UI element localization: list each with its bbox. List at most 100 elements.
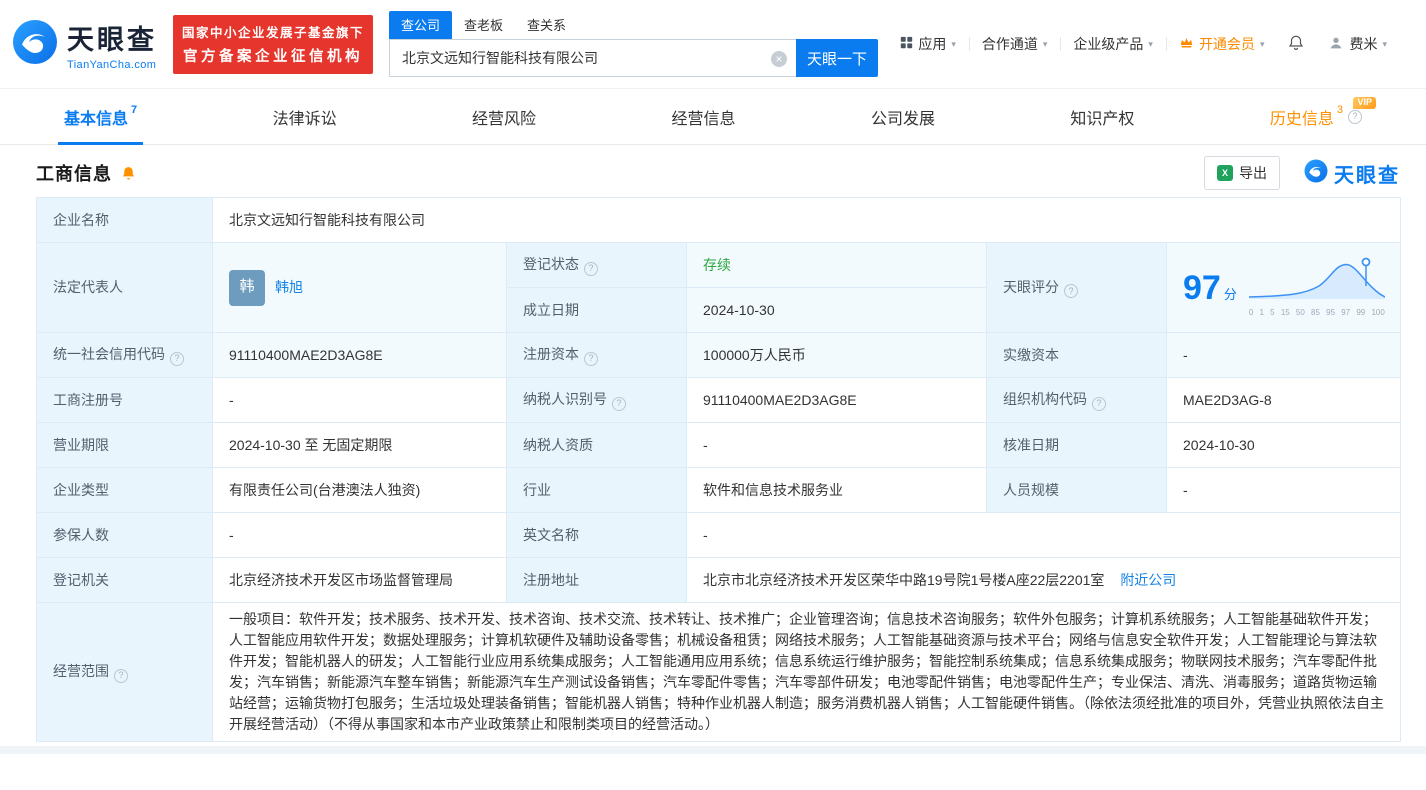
help-icon[interactable] <box>1092 396 1106 411</box>
score-label: 天眼评分 <box>986 242 1167 333</box>
nav-apps-label: 应用 <box>918 36 947 52</box>
tab-operation[interactable]: 经营信息 <box>671 89 735 144</box>
tianyancha-logo[interactable]: 天眼查 TianYanCha.com <box>12 18 157 71</box>
tab-legal[interactable]: 法律诉讼 <box>273 89 337 144</box>
business-info-table: 企业名称 北京文远知行智能科技有限公司 法定代表人 韩 韩旭 登记状态 存续 天… <box>36 197 1402 742</box>
taxpayer-quality-value: - <box>686 422 987 468</box>
logo-text: 天眼查 TianYanCha.com <box>67 18 157 71</box>
nav-partner[interactable]: 合作通道 ▾ <box>969 34 1061 54</box>
gov-badge-line1: 国家中小企业发展子基金旗下 <box>182 25 365 40</box>
notification-bell-button[interactable] <box>1277 34 1315 55</box>
legal-rep-avatar[interactable]: 韩 <box>229 269 265 306</box>
tab-operation-label: 经营信息 <box>671 110 736 128</box>
help-icon[interactable] <box>584 261 598 276</box>
reg-address-value: 北京市北京经济技术开发区荣华中路19号院1号楼A座22层2201室 附近公司 <box>685 557 1402 603</box>
bell-icon <box>1287 34 1305 55</box>
nav-partner-label: 合作通道 <box>981 36 1038 52</box>
reg-number-value: - <box>212 377 507 423</box>
tab-risk[interactable]: 经营风险 <box>472 89 536 144</box>
clear-icon[interactable] <box>771 51 788 67</box>
business-term-value: 2024-10-30 至 无固定期限 <box>212 422 507 468</box>
staff-size-label: 人员规模 <box>986 467 1167 513</box>
score-axis-ticks: 0 1 5 15 50 85 95 97 99 100 <box>1248 308 1385 317</box>
org-code-label: 组织机构代码 <box>986 377 1167 423</box>
search-tab-company[interactable]: 查公司 <box>389 11 453 39</box>
tab-development[interactable]: 公司发展 <box>871 89 935 144</box>
credit-code-label: 统一社会信用代码 <box>36 332 213 378</box>
brand-name: 天眼查 <box>1334 164 1400 187</box>
chevron-down-icon: ▾ <box>1148 38 1153 49</box>
nav-enterprise-label: 企业级产品 <box>1073 36 1144 52</box>
approval-date-label: 核准日期 <box>986 422 1167 468</box>
company-name-label: 企业名称 <box>36 197 213 243</box>
vip-badge: VIP <box>1353 97 1376 109</box>
tab-history[interactable]: VIP 历史信息 3 <box>1269 89 1376 144</box>
help-icon[interactable] <box>1347 109 1362 124</box>
insured-count-label: 参保人数 <box>36 512 213 558</box>
top-nav: 应用 ▾ 合作通道 ▾ 企业级产品 ▾ 开通会员 ▾ 费米 ▾ <box>887 34 1400 55</box>
nav-apps[interactable]: 应用 ▾ <box>887 34 969 54</box>
est-date-label: 成立日期 <box>506 287 687 333</box>
tab-basic-count: 7 <box>131 103 138 116</box>
tianyancha-logo-icon <box>12 19 58 70</box>
page-bottom-strip <box>0 746 1426 754</box>
help-icon[interactable] <box>114 668 128 683</box>
help-icon[interactable] <box>170 351 184 366</box>
nearby-companies-link[interactable]: 附近公司 <box>1120 572 1176 588</box>
search-tabs: 查公司 查老板 查关系 <box>389 11 878 39</box>
nav-user-account[interactable]: 费米 ▾ <box>1315 34 1400 54</box>
logo-name: 天眼查 <box>67 24 157 55</box>
chevron-down-icon: ▾ <box>1382 38 1387 49</box>
paid-capital-label: 实缴资本 <box>986 332 1167 378</box>
monitor-bell-button[interactable] <box>120 165 137 182</box>
help-icon[interactable] <box>1064 284 1078 299</box>
business-scope-value: 一般项目：软件开发；技术服务、技术开发、技术咨询、技术交流、技术转让、技术推广；… <box>211 602 1402 742</box>
search-area: 查公司 查老板 查关系 天眼一下 <box>389 11 879 77</box>
paid-capital-value: - <box>1165 332 1402 378</box>
reg-status-label: 登记状态 <box>506 242 687 288</box>
chevron-down-icon: ▾ <box>1042 38 1048 49</box>
taxpayer-id-value: 91110400MAE2D3AG8E <box>686 377 987 423</box>
help-icon[interactable] <box>584 351 598 366</box>
industry-value: 软件和信息技术服务业 <box>686 467 987 513</box>
tab-basic-info[interactable]: 基本信息 7 <box>57 89 144 145</box>
legal-rep-link[interactable]: 韩旭 <box>275 277 303 298</box>
nav-member-label: 开通会员 <box>1198 36 1255 52</box>
nav-user-label: 费米 <box>1349 36 1378 52</box>
tab-history-label: 历史信息 <box>1269 110 1334 128</box>
search-tab-boss[interactable]: 查老板 <box>452 11 515 39</box>
section-header: 工商信息 导出 天眼查 <box>0 145 1426 195</box>
user-icon <box>1328 35 1344 54</box>
business-scope-label: 经营范围 <box>36 602 213 742</box>
taxpayer-quality-label: 纳税人资质 <box>506 422 687 468</box>
tab-ip[interactable]: 知识产权 <box>1070 89 1134 144</box>
tab-basic-label: 基本信息 <box>64 110 129 128</box>
excel-icon <box>1217 165 1233 181</box>
chevron-down-icon: ▾ <box>951 38 956 49</box>
nav-open-member[interactable]: 开通会员 ▾ <box>1166 34 1278 54</box>
export-label: 导出 <box>1239 165 1267 181</box>
reg-authority-label: 登记机关 <box>36 557 213 603</box>
top-bar: 天眼查 TianYanCha.com 国家中小企业发展子基金旗下 官方备案企业征… <box>0 0 1426 88</box>
search-input[interactable] <box>390 40 797 76</box>
search-tab-relation[interactable]: 查关系 <box>515 11 578 39</box>
tab-ip-label: 知识产权 <box>1070 110 1135 128</box>
score-number: 97 分 <box>1183 268 1237 307</box>
reg-number-label: 工商注册号 <box>36 377 213 423</box>
grid-icon <box>900 36 913 52</box>
company-type-value: 有限责任公司(台港澳法人独资) <box>212 467 507 513</box>
nav-enterprise[interactable]: 企业级产品 ▾ <box>1060 34 1166 54</box>
tab-risk-label: 经营风险 <box>472 110 537 128</box>
staff-size-value: - <box>1165 467 1402 513</box>
export-button[interactable]: 导出 <box>1204 156 1280 190</box>
reg-capital-label: 注册资本 <box>506 332 687 378</box>
tab-legal-label: 法律诉讼 <box>272 110 337 128</box>
search-button[interactable]: 天眼一下 <box>796 39 879 77</box>
gov-certification-badge: 国家中小企业发展子基金旗下 官方备案企业征信机构 <box>173 14 374 74</box>
help-icon[interactable] <box>612 396 626 411</box>
industry-label: 行业 <box>506 467 687 513</box>
business-term-label: 营业期限 <box>36 422 213 468</box>
credit-code-value: 91110400MAE2D3AG8E <box>212 332 507 378</box>
company-type-label: 企业类型 <box>36 467 213 513</box>
reg-authority-value: 北京经济技术开发区市场监督管理局 <box>212 557 507 603</box>
